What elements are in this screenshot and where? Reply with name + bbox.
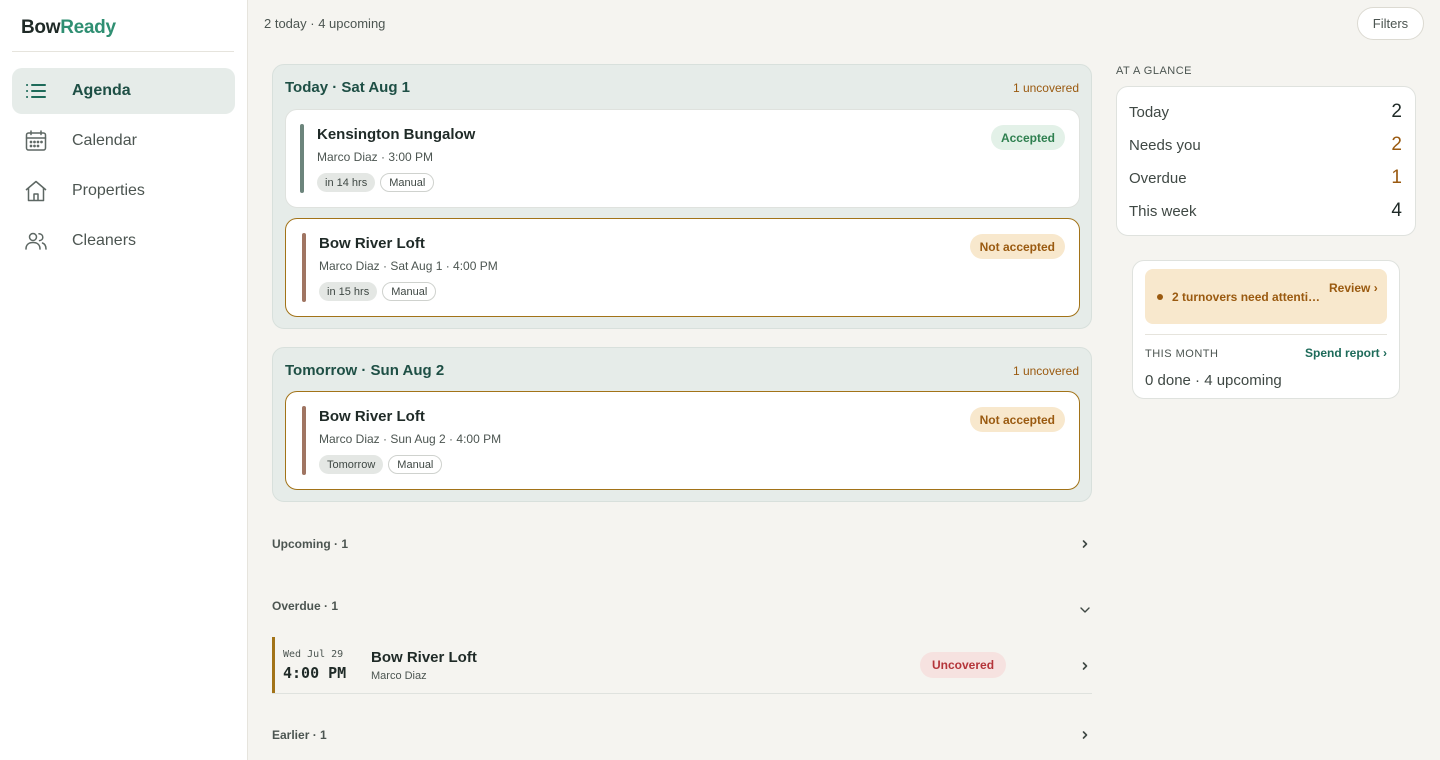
status-bar (272, 637, 275, 693)
day-group-today: Today · Sat Aug 1 1 uncovered Kensington… (272, 64, 1092, 329)
assignment-tag: Manual (388, 455, 443, 474)
turnover-details: Marco Diaz · Sat Aug 1 · 4:00 PM (319, 259, 498, 273)
turnover-time: 4:00 PM (283, 664, 347, 682)
glance-row-today: Today 2 (1129, 100, 1402, 124)
day-group-title: Today · Sat Aug 1 (285, 79, 411, 96)
sidebar-item-label: Agenda (72, 82, 131, 99)
divider (12, 51, 234, 52)
tag-list: Tomorrow Manual (319, 455, 443, 474)
section-earlier-toggle[interactable]: Earlier · 1 (272, 725, 1092, 745)
month-summary: 0 done · 4 upcoming (1145, 372, 1282, 389)
turnover-details: Marco Diaz · 3:00 PM (317, 150, 434, 164)
glance-label: Needs you (1129, 136, 1201, 154)
people-icon (24, 229, 48, 253)
glance-row-needs-you: Needs you 2 (1129, 133, 1402, 157)
attention-card: 2 turnovers need attention Review › THIS… (1132, 260, 1400, 399)
home-icon (24, 179, 48, 203)
attention-banner[interactable]: 2 turnovers need attention Review › (1145, 269, 1387, 324)
glance-heading: AT A GLANCE (1116, 65, 1193, 77)
cleaner-name: Marco Diaz (371, 670, 427, 682)
review-link[interactable]: Review › (1329, 281, 1379, 296)
glance-row-this-week: This week 4 (1129, 199, 1402, 223)
sidebar-item-cleaners[interactable]: Cleaners (12, 218, 235, 264)
filters-button[interactable]: Filters (1357, 7, 1424, 40)
status-badge: Uncovered (920, 652, 1007, 678)
time-until-tag: in 15 hrs (319, 282, 378, 301)
uncovered-count: 1 uncovered (1012, 81, 1079, 95)
time-until-tag: in 14 hrs (317, 173, 376, 192)
chevron-right-icon (1078, 659, 1092, 673)
logo-text-ready: Ready (60, 17, 116, 38)
property-name: Bow River Loft (371, 649, 477, 666)
glance-value: 2 (1391, 101, 1402, 122)
calendar-icon (24, 129, 48, 153)
time-until-tag: Tomorrow (319, 455, 384, 474)
chevron-right-icon (1078, 728, 1092, 742)
status-bar (302, 233, 306, 302)
uncovered-count: 1 uncovered (1012, 364, 1079, 378)
status-badge: Accepted (990, 125, 1065, 150)
app-logo[interactable]: BowReady (21, 17, 116, 39)
turnover-card[interactable]: Kensington Bungalow Marco Diaz · 3:00 PM… (285, 109, 1080, 208)
sidebar-item-label: Calendar (72, 132, 137, 149)
divider (1145, 334, 1387, 335)
status-badge: Not accepted (969, 234, 1065, 259)
sidebar-item-properties[interactable]: Properties (12, 168, 235, 214)
glance-row-overdue: Overdue 1 (1129, 166, 1402, 190)
property-name: Kensington Bungalow (317, 126, 476, 143)
turnover-date: Wed Jul 29 (283, 649, 344, 660)
section-upcoming-toggle[interactable]: Upcoming · 1 (272, 534, 1092, 554)
glance-label: This week (1129, 202, 1197, 220)
day-group-title: Tomorrow · Sun Aug 2 (285, 362, 445, 379)
section-label: Earlier · 1 (272, 728, 327, 742)
alert-dot-icon (1157, 294, 1163, 300)
chevron-right-icon (1078, 537, 1092, 551)
turnover-card[interactable]: Bow River Loft Marco Diaz · Sat Aug 1 · … (285, 218, 1080, 317)
status-bar (302, 406, 306, 475)
glance-label: Overdue (1129, 169, 1187, 187)
property-name: Bow River Loft (319, 235, 425, 252)
spend-report-link[interactable]: Spend report › (1305, 346, 1387, 360)
chevron-down-icon (1078, 603, 1092, 617)
turnover-details: Marco Diaz · Sun Aug 2 · 4:00 PM (319, 432, 502, 446)
tag-list: in 15 hrs Manual (319, 282, 437, 301)
section-label: Overdue · 1 (272, 599, 339, 613)
main-nav: Agenda Calendar Properties Cleaners (12, 68, 235, 268)
sidebar: BowReady Agenda Calendar Properties Clea… (0, 0, 248, 760)
list-icon (24, 79, 48, 103)
property-name: Bow River Loft (319, 408, 425, 425)
sidebar-item-calendar[interactable]: Calendar (12, 118, 235, 164)
tag-list: in 14 hrs Manual (317, 173, 435, 192)
status-bar (300, 124, 304, 193)
assignment-tag: Manual (380, 173, 435, 192)
day-group-tomorrow: Tomorrow · Sun Aug 2 1 uncovered Bow Riv… (272, 347, 1092, 502)
glance-card: Today 2 Needs you 2 Overdue 1 This week … (1116, 86, 1416, 236)
month-heading: THIS MONTH (1145, 348, 1219, 360)
glance-value: 4 (1391, 200, 1402, 221)
status-badge: Not accepted (969, 407, 1065, 432)
glance-value: 1 (1391, 167, 1402, 188)
sidebar-item-agenda[interactable]: Agenda (12, 68, 235, 114)
attention-text: 2 turnovers need attention (1172, 290, 1322, 304)
section-overdue-toggle[interactable]: Overdue · 1 (272, 596, 1092, 616)
turnover-card[interactable]: Bow River Loft Marco Diaz · Sun Aug 2 · … (285, 391, 1080, 490)
section-label: Upcoming · 1 (272, 537, 349, 551)
glance-value: 2 (1391, 134, 1402, 155)
assignment-tag: Manual (382, 282, 437, 301)
agenda-summary: 2 today · 4 upcoming (264, 16, 386, 31)
logo-text-bow: Bow (21, 17, 61, 38)
glance-label: Today (1129, 103, 1170, 121)
sidebar-item-label: Cleaners (72, 232, 137, 249)
sidebar-item-label: Properties (72, 182, 145, 199)
overdue-turnover-row[interactable]: Wed Jul 29 4:00 PM Bow River Loft Marco … (272, 637, 1092, 694)
